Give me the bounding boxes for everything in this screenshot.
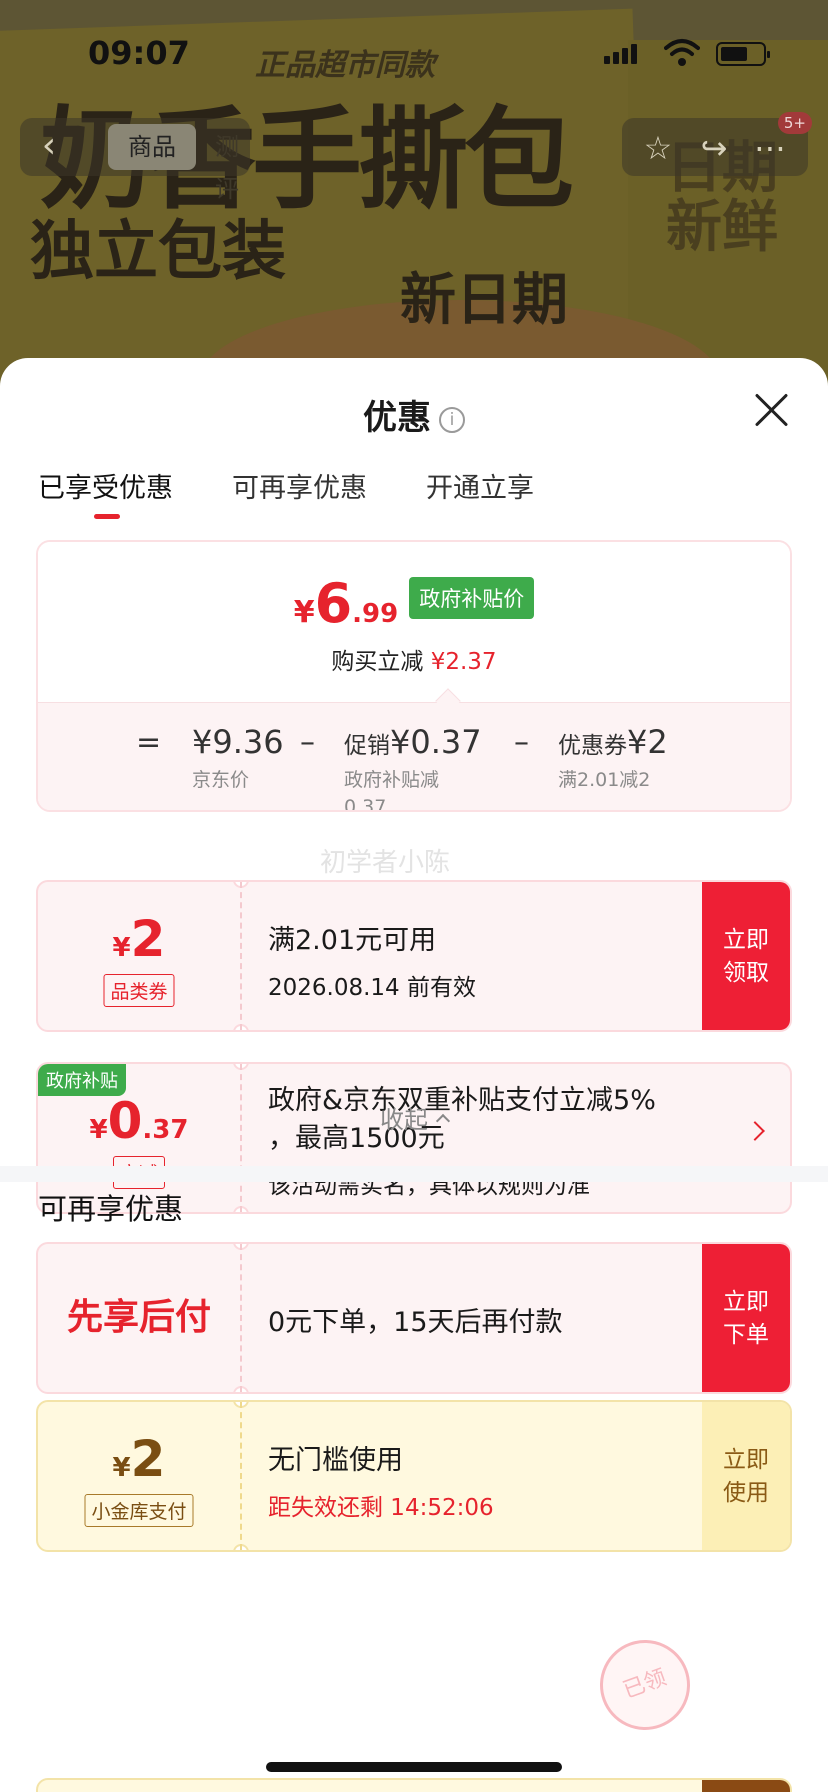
gold-currency: ¥ <box>112 1453 131 1483</box>
gold-amount-number: 2 <box>130 1430 166 1488</box>
gold-vault-coupon: ¥2 小金库支付 无门槛使用 距失效还剩 14:52:06 立即 使用 <box>36 1400 792 1552</box>
coupon-deduct-value: 优惠券¥2 <box>558 723 668 761</box>
gold-amount-box: ¥2 小金库支付 <box>38 1402 240 1550</box>
equals-sign: = <box>136 725 162 760</box>
discount-tabs: 已享受优惠 可再享优惠 开通立享 <box>38 466 798 526</box>
nav-tab-review[interactable]: 测评 <box>215 126 250 210</box>
more-discounts-title: 可再享优惠 <box>38 1192 184 1226</box>
signal-icon <box>604 44 640 64</box>
minus-sign-1: – <box>300 725 315 760</box>
promo-label: 政府补贴减 0.37 <box>344 769 440 812</box>
product-sub1: 独立包装 <box>30 215 286 289</box>
category-coupon: ¥2 品类券 满2.01元可用 2026.08.14 前有效 立即 领取 <box>36 880 792 1032</box>
home-indicator <box>266 1762 562 1772</box>
info-icon[interactable]: i <box>439 407 465 433</box>
price-formula: = ¥9.36 京东价 – 促销¥0.37 政府补贴减 0.37 – 优惠券¥2… <box>38 702 790 812</box>
next-coupon-button-peek <box>702 1780 790 1792</box>
coupon-amount-box: ¥2 品类券 <box>38 882 240 1030</box>
promo-value: 促销¥0.37 <box>344 723 482 761</box>
nav-tab-goods[interactable]: 商品 <box>108 124 196 170</box>
next-coupon-peek <box>36 1778 792 1792</box>
collapse-label: 收起 <box>380 1106 428 1134</box>
claim-coupon-button[interactable]: 立即 领取 <box>702 882 790 1030</box>
bnpl-title: 先享后付 <box>66 1297 211 1338</box>
minus-sign-2: – <box>514 725 529 760</box>
gold-payment-label: 小金库支付 <box>84 1494 194 1527</box>
nav-left-group: ‹ 商品 测评 <box>20 118 250 203</box>
coupon-divider <box>240 1244 242 1392</box>
back-button[interactable]: ‹ <box>30 128 68 166</box>
coupon-divider <box>240 882 242 1030</box>
coupon-currency: ¥ <box>112 933 131 963</box>
watermark: 初学者小陈 <box>320 848 451 878</box>
collapse-button[interactable]: 收起 <box>0 1100 828 1135</box>
product-navbar: ‹ 商品 测评 ☆ ↪ ⋯ 5+ <box>20 112 812 203</box>
nav-right-group: ☆ ↪ ⋯ 5+ <box>622 112 812 176</box>
close-button[interactable] <box>752 390 792 430</box>
chevron-up-icon <box>435 1113 451 1129</box>
sheet-title: 优惠 i <box>0 390 828 439</box>
status-bar: 09:07 <box>0 0 828 100</box>
coupon-divider <box>240 1402 242 1550</box>
instant-discount-value: ¥2.37 <box>430 649 497 675</box>
price-integer: 6 <box>314 572 353 635</box>
use-now-button[interactable]: 立即 使用 <box>702 1402 790 1550</box>
bnpl-description: 0元下单，15天后再付款 <box>268 1307 563 1338</box>
buy-now-pay-later-card: 先享后付 0元下单，15天后再付款 立即 下单 <box>36 1242 792 1394</box>
instant-discount: 购买立减 ¥2.37 <box>38 642 790 676</box>
jd-price-label: 京东价 <box>192 769 250 791</box>
price-decimal: .99 <box>352 599 399 629</box>
tab-activate[interactable]: 开通立享 <box>426 466 534 505</box>
promo-prefix: 促销 <box>344 733 390 759</box>
price-breakdown-card: ¥6.99 政府补贴价 购买立减 ¥2.37 = ¥9.36 京东价 – 促销¥… <box>36 540 792 812</box>
tab-enjoyed[interactable]: 已享受优惠 <box>38 466 173 505</box>
final-price: ¥6.99 政府补贴价 <box>38 572 790 635</box>
coupon-type-label: 品类券 <box>103 974 175 1007</box>
promo-amount: ¥0.37 <box>390 723 482 761</box>
discount-sheet: 优惠 i 已享受优惠 可再享优惠 开通立享 ¥6.99 政府补贴价 购买立减 ¥2… <box>0 358 828 1792</box>
coupon-amount: ¥2 <box>38 910 240 968</box>
coupon-condition: 满2.01元可用 <box>268 925 437 956</box>
gold-condition: 无门槛使用 <box>268 1445 403 1476</box>
coupon-divider <box>240 1064 242 1212</box>
more-icon[interactable]: ⋯ <box>750 128 790 168</box>
tab-more-available[interactable]: 可再享优惠 <box>232 466 367 505</box>
coupon-amount-number: 2 <box>130 910 166 968</box>
expiry-countdown: 距失效还剩 14:52:06 <box>268 1495 494 1521</box>
message-badge: 5+ <box>777 112 812 134</box>
sheet-title-text: 优惠 <box>363 398 431 438</box>
instant-discount-label: 购买立减 <box>331 649 424 675</box>
favorite-star-icon[interactable]: ☆ <box>638 128 678 168</box>
tab-active-indicator <box>94 514 120 519</box>
price-currency: ¥ <box>293 595 315 630</box>
share-icon[interactable]: ↪ <box>694 128 734 168</box>
battery-icon <box>716 42 770 66</box>
status-time: 09:07 <box>88 34 190 72</box>
wifi-icon <box>664 39 700 66</box>
section-separator <box>0 1166 828 1182</box>
coupon-validity: 2026.08.14 前有效 <box>268 975 476 1001</box>
product-sub2: 新日期 <box>400 268 568 333</box>
gov-subsidy-tag: 政府补贴价 <box>409 577 535 619</box>
coupon-amount: ¥2 <box>627 723 668 761</box>
order-now-button[interactable]: 立即 下单 <box>702 1244 790 1392</box>
price-summary: ¥6.99 政府补贴价 购买立减 ¥2.37 <box>38 542 790 702</box>
gold-amount: ¥2 <box>38 1430 240 1488</box>
coupon-deduct-label: 满2.01减2 <box>558 769 651 791</box>
jd-price-value: ¥9.36 <box>192 723 284 761</box>
coupon-prefix: 优惠券 <box>558 733 627 759</box>
